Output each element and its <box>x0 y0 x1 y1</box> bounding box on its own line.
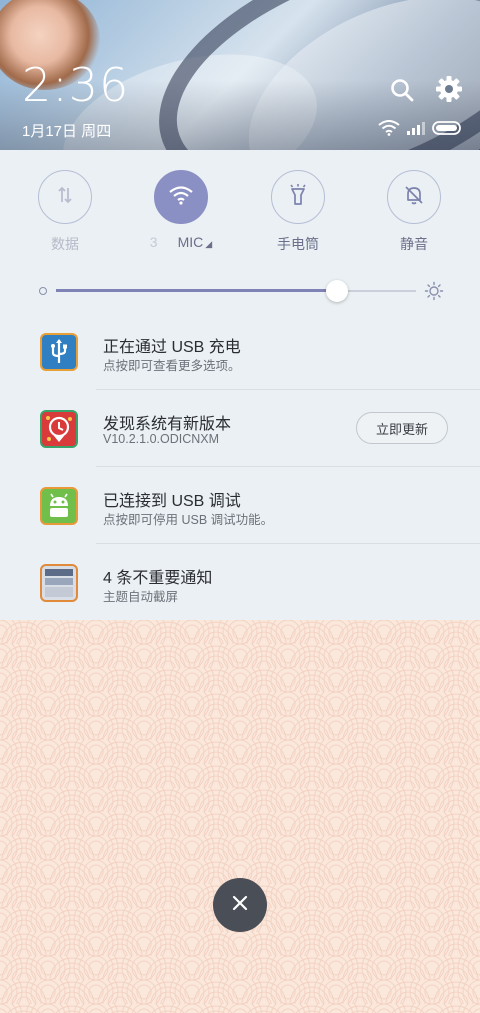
status-icons <box>378 120 464 141</box>
brightness-slider[interactable] <box>36 280 448 302</box>
update-now-button[interactable]: 立即更新 <box>356 412 448 444</box>
android-icon <box>40 487 78 525</box>
notification-title: 已连接到 USB 调试 <box>103 493 241 510</box>
toggle-wifi[interactable]: 3 MIC ◢ <box>131 170 231 250</box>
gear-icon[interactable] <box>434 74 462 102</box>
toggle-silent-label: 静音 <box>400 236 428 252</box>
usb-icon <box>40 333 78 371</box>
cell-signal-icon <box>406 121 426 140</box>
notification-unimportant[interactable]: 4 条不重要通知 主题自动截屏 <box>0 544 480 621</box>
notification-usb-charging[interactable]: 正在通过 USB 充电 点按即可查看更多选项。 <box>0 313 480 390</box>
notification-usb-debugging[interactable]: 已连接到 USB 调试 点按即可停用 USB 调试功能。 <box>0 467 480 544</box>
brightness-low-icon <box>39 287 47 295</box>
clock-date: 1月17日 周四 <box>22 123 112 140</box>
close-icon <box>231 894 249 917</box>
notification-title: 发现系统有新版本 <box>103 416 232 433</box>
data-transfer-icon <box>54 184 76 211</box>
toggle-silent[interactable]: 静音 <box>364 170 464 254</box>
notification-subtitle: 点按即可停用 USB 调试功能。 <box>103 513 274 527</box>
flashlight-icon <box>287 183 309 212</box>
search-icon[interactable] <box>388 76 416 104</box>
toggle-flashlight-label: 手电筒 <box>277 236 319 252</box>
notification-subtitle: 点按即可查看更多选项。 <box>103 359 241 373</box>
background-pattern <box>0 620 480 1013</box>
close-button[interactable] <box>213 878 267 932</box>
screenshot-icon <box>40 564 78 602</box>
control-panel: 数据 3 MIC ◢ 手电筒 静音 正在通过 USB 充电 点按即可查看更多选项… <box>0 150 480 621</box>
toggle-flashlight[interactable]: 手电筒 <box>248 170 348 254</box>
quick-toggles: 数据 3 MIC ◢ 手电筒 静音 <box>0 170 480 260</box>
update-icon <box>40 410 78 448</box>
notification-title: 4 条不重要通知 <box>103 570 213 587</box>
wifi-signal-icon <box>378 120 400 141</box>
wifi-icon <box>168 185 194 210</box>
brightness-thumb[interactable] <box>325 280 348 302</box>
battery-icon <box>432 120 464 141</box>
bell-off-icon <box>403 184 425 211</box>
notification-subtitle: V10.2.1.0.ODICNXM <box>103 432 220 446</box>
toggle-wifi-label: 3 MIC ◢ <box>149 234 213 250</box>
brightness-high-icon <box>424 281 444 306</box>
clock-time: 2:36 <box>22 58 130 112</box>
toggle-data[interactable]: 数据 <box>15 170 115 254</box>
notification-title: 正在通过 USB 充电 <box>103 339 241 356</box>
notification-subtitle: 主题自动截屏 <box>103 590 179 604</box>
toggle-data-label: 数据 <box>51 236 79 252</box>
